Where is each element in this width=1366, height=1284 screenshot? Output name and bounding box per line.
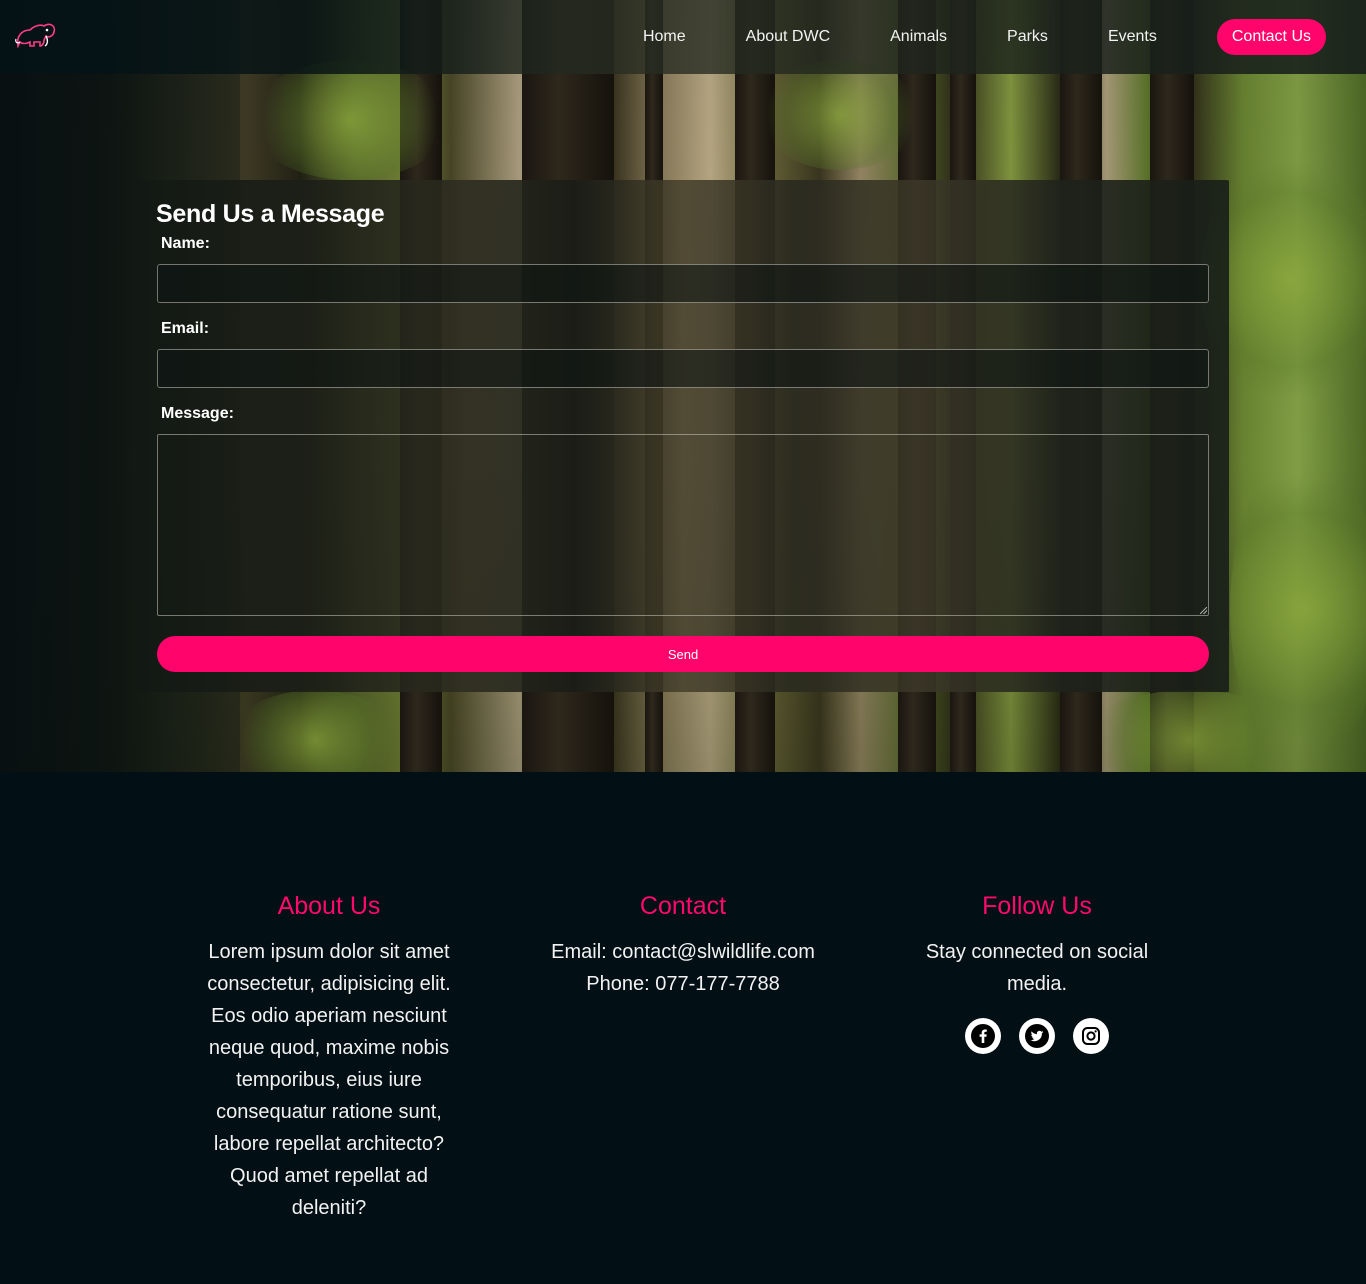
nav-link-home[interactable]: Home [643, 19, 686, 55]
resize-grip-icon[interactable] [1200, 607, 1207, 614]
nav-link-events[interactable]: Events [1108, 19, 1157, 55]
footer-follow-column: Follow Us Stay connected on social media… [902, 890, 1172, 1054]
navbar: Home About DWC Animals Parks Events Cont… [0, 0, 1366, 74]
name-input[interactable] [157, 264, 1209, 303]
footer-contact-column: Contact Email: contact@slwildlife.com Ph… [548, 890, 818, 1000]
footer-about-text: Lorem ipsum dolor sit amet consectetur, … [207, 941, 451, 1219]
foliage [230, 690, 400, 772]
contact-form-card: Send Us a Message Name: Email: Message: … [137, 180, 1229, 692]
footer-contact-phone: Phone: 077-177-7788 [586, 973, 780, 995]
contact-us-button[interactable]: Contact Us [1216, 19, 1326, 55]
footer-about-column: About Us Lorem ipsum dolor sit amet cons… [194, 890, 464, 1224]
twitter-icon[interactable] [1019, 1018, 1055, 1054]
nav-link-about-dwc[interactable]: About DWC [746, 19, 830, 55]
nav-links: Home About DWC Animals Parks Events Cont… [583, 19, 1326, 55]
footer: About Us Lorem ipsum dolor sit amet cons… [0, 772, 1366, 1284]
elephant-logo-icon[interactable] [14, 18, 56, 52]
footer-contact-heading: Contact [639, 892, 727, 920]
social-links [902, 1018, 1172, 1054]
email-input[interactable] [157, 349, 1209, 388]
foliage [250, 60, 450, 180]
email-label: Email: [161, 320, 210, 337]
name-label: Name: [161, 235, 210, 252]
form-title: Send Us a Message [156, 200, 385, 228]
facebook-icon[interactable] [965, 1018, 1001, 1054]
footer-follow-text: Stay connected on social media. [925, 941, 1149, 995]
foliage [760, 60, 920, 170]
send-button[interactable]: Send [157, 636, 1209, 672]
footer-about-heading: About Us [277, 892, 381, 920]
footer-follow-heading: Follow Us [982, 892, 1092, 920]
footer-contact-email: Email: contact@slwildlife.com [551, 941, 815, 963]
message-textarea[interactable] [157, 434, 1209, 616]
instagram-icon[interactable] [1073, 1018, 1109, 1054]
message-label: Message: [161, 405, 234, 422]
nav-link-animals[interactable]: Animals [890, 19, 947, 55]
nav-link-parks[interactable]: Parks [1007, 19, 1048, 55]
